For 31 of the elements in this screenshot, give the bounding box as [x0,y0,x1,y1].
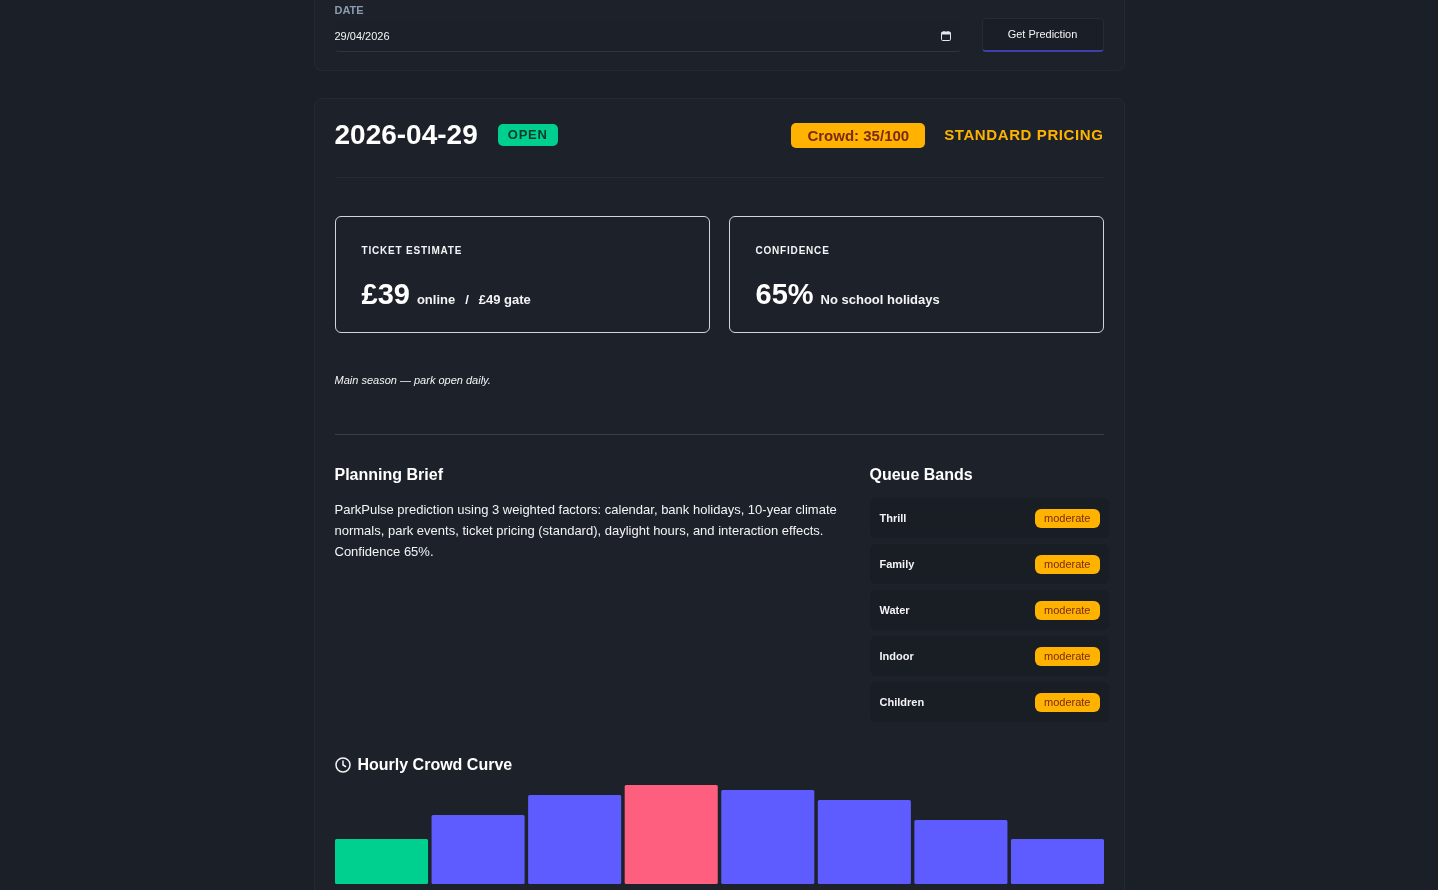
queue-band-name: Water [879,602,910,618]
stat-value: £39 [361,277,410,311]
queue-band-name: Family [879,556,915,572]
planning-brief-text: ParkPulse prediction using 3 weighted factors: calendar, bank holidays, 10-year climate normals, park events, ticket pricing (standard), daylight hours, and interaction effects. Confidence 65%. [334,501,838,561]
stat-label: TICKET ESTIMATE [361,245,463,257]
queue-band-name: Thrill [879,510,907,526]
stat-note: No school holidays [820,291,940,309]
stat-label: CONFIDENCE [755,245,830,257]
stat-value: 65% [755,277,814,311]
season-note: Main season — park open daily. [334,373,491,387]
queue-band-badge: moderate [1035,646,1100,666]
queue-band-badge: moderate [1035,692,1100,712]
hourly-chart-heading: Hourly Crowd Curve [357,755,513,775]
stat-note: £49 gate [478,291,531,309]
planning-brief-heading: Planning Brief [334,465,443,485]
crowd-badge: Crowd: 35/100 [791,122,926,148]
queue-band-badge: moderate [1035,600,1100,620]
status-badge: OPEN [497,124,558,146]
calendar-icon[interactable] [940,31,951,41]
queue-band-name: Indoor [879,648,914,664]
queue-bands-heading: Queue Bands [869,465,973,485]
queue-band-badge: moderate [1035,554,1100,574]
stat-note: online [416,291,456,309]
queue-band-name: Children [879,694,925,710]
prediction-date: 2026-04-29 [334,118,478,152]
stat-note: / [465,291,469,309]
queue-band-badge: moderate [1035,508,1100,528]
clock-icon [334,757,351,773]
date-label: DATE [334,3,364,17]
get-prediction-button[interactable]: Get Prediction [981,18,1104,52]
pricing-label: STANDARD PRICING [944,124,1104,145]
